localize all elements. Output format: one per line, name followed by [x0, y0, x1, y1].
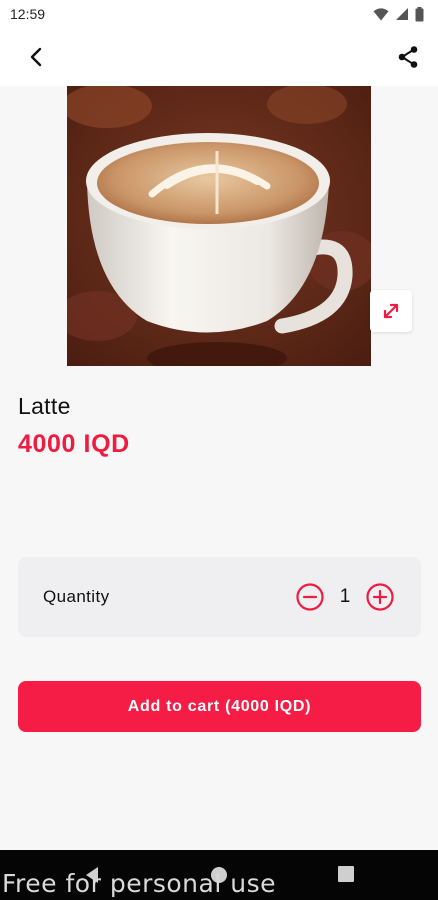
quantity-card: Quantity 1: [18, 557, 421, 637]
back-button[interactable]: [20, 41, 52, 73]
wifi-icon: [373, 7, 389, 20]
increase-quantity-button[interactable]: [365, 582, 395, 612]
quantity-value: 1: [339, 586, 351, 607]
quantity-label: Quantity: [43, 587, 110, 606]
minus-circle-icon: [296, 583, 324, 611]
share-icon: [398, 46, 418, 68]
product-image: [67, 86, 371, 366]
app-bar: [0, 28, 438, 86]
plus-circle-icon: [366, 583, 394, 611]
battery-icon: [415, 6, 424, 21]
nav-recents-icon[interactable]: [338, 866, 354, 882]
decrease-quantity-button[interactable]: [295, 582, 325, 612]
quantity-stepper: 1: [295, 582, 395, 612]
expand-image-button[interactable]: [370, 290, 412, 332]
product-screen: 12:59 Latte 4000 IQD Quantity 1 Add to c…: [0, 0, 438, 900]
watermark-text: Free for personal use: [2, 869, 276, 898]
share-button[interactable]: [392, 41, 424, 73]
expand-icon: [383, 303, 399, 319]
latte-photo: [67, 86, 371, 366]
status-icons: [373, 6, 424, 22]
product-price: 4000 IQD: [18, 430, 130, 458]
signal-icon: [396, 8, 408, 20]
status-bar: 12:59: [0, 0, 438, 28]
product-name: Latte: [18, 393, 71, 419]
status-time: 12:59: [10, 6, 46, 22]
add-to-cart-button[interactable]: Add to cart (4000 IQD): [18, 681, 421, 732]
back-arrow-icon: [30, 47, 42, 67]
